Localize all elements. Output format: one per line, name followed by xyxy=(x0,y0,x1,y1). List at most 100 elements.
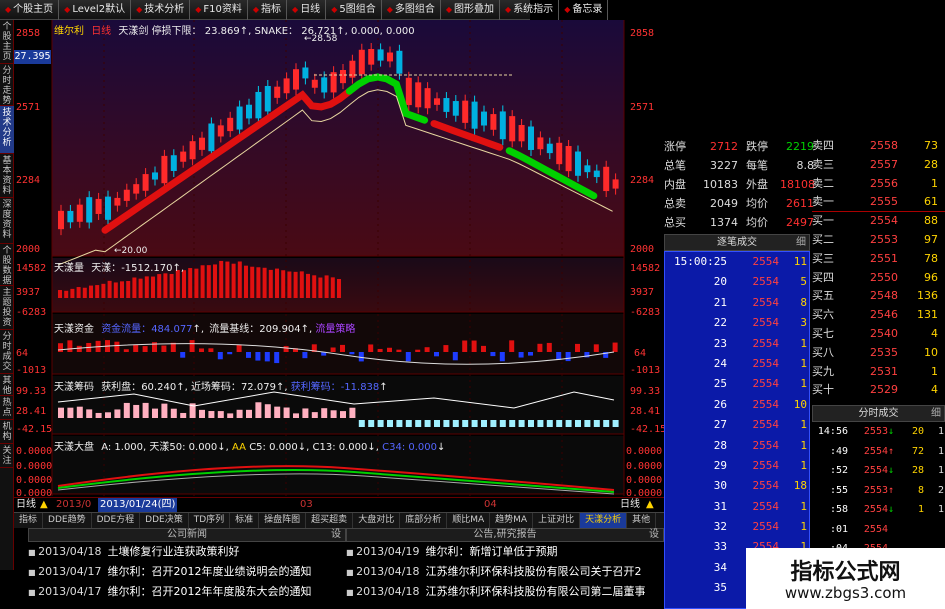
indicator-tab-2[interactable]: DDE方程 xyxy=(92,513,141,528)
toolbar-button-5[interactable]: ◆ 日线 xyxy=(287,0,327,20)
tick-row[interactable]: 24 2554 1 xyxy=(665,354,809,374)
tick-row[interactable]: 28 2554 1 xyxy=(665,436,809,456)
indicator-tab-3[interactable]: DDE决策 xyxy=(140,513,189,528)
y-tick-left-4: 2000 xyxy=(16,244,41,255)
date-axis-right-arrow[interactable]: ▲ xyxy=(646,498,654,512)
tick-row[interactable]: 31 2554 1 xyxy=(665,497,809,517)
minute-row[interactable]: :58 2554 ↓ 1 1 xyxy=(812,500,945,520)
order-book-row[interactable]: 买四 2550 96 xyxy=(812,269,945,288)
tick-row[interactable]: 20 2554 5 xyxy=(665,272,809,292)
minute-detail-button[interactable]: 细 xyxy=(931,406,941,421)
order-book-row[interactable]: 卖二 2556 1 xyxy=(812,175,945,194)
peak-price-label: ←28.58 xyxy=(304,34,338,44)
tick-row[interactable]: 22 2554 3 xyxy=(665,313,809,333)
tick-row[interactable]: 15:00:25 2554 11 xyxy=(665,252,809,272)
left-tab-5[interactable]: 个股数据 xyxy=(0,244,14,286)
order-book-row[interactable]: 卖四 2558 73 xyxy=(812,137,945,156)
news-title[interactable]: 维尔利：召开2012年年度股东大会的通知 xyxy=(108,585,312,598)
tick-detail-button[interactable]: 细 xyxy=(796,235,806,250)
volume-bar xyxy=(299,271,304,298)
tick-row[interactable]: 32 2554 1 xyxy=(665,517,809,537)
tick-row[interactable]: 27 2554 1 xyxy=(665,415,809,435)
left-tab-6[interactable]: 主题投资 xyxy=(0,286,14,330)
order-book-row[interactable]: 买八 2535 10 xyxy=(812,344,945,363)
indicator-tab-11[interactable]: 趋势MA xyxy=(490,513,534,528)
left-tab-7[interactable]: 分时成交 xyxy=(0,330,14,374)
indicator-tab-14[interactable]: 其他 xyxy=(627,513,657,528)
announcements-settings-button[interactable]: 设 xyxy=(649,529,659,541)
toolbar-button-6[interactable]: ◆ 5图组合 xyxy=(326,0,382,20)
left-tab-3[interactable]: 基本资料 xyxy=(0,154,14,198)
news-title[interactable]: 江苏维尔利环保科技股份有限公司关于召开2 xyxy=(426,565,642,578)
indicator-tab-1[interactable]: DDE趋势 xyxy=(43,513,92,528)
order-book-row[interactable]: 买七 2540 4 xyxy=(812,325,945,344)
news-title[interactable]: 土壤修复行业连获政策利好 xyxy=(108,545,240,558)
order-book-row[interactable]: 买一 2554 88 xyxy=(812,212,945,231)
toolbar-button-3[interactable]: ◆ F10资料 xyxy=(190,0,248,20)
tick-row[interactable]: 30 2554 18 xyxy=(665,476,809,496)
minute-row[interactable]: :52 2554 ↓ 28 1 xyxy=(812,461,945,481)
left-tab-1[interactable]: 分时走势 xyxy=(0,64,14,106)
chip-bar-negative xyxy=(452,420,459,427)
fund-bar-in xyxy=(330,347,336,352)
indicator-tab-9[interactable]: 底部分析 xyxy=(400,513,448,528)
toolbar-button-4[interactable]: ◆ 指标 xyxy=(248,0,288,20)
indicator-tab-0[interactable]: 指标 xyxy=(14,513,44,528)
order-book-row[interactable]: 卖三 2557 28 xyxy=(812,156,945,175)
toolbar-button-8[interactable]: ◆ 图形叠加 xyxy=(441,0,501,20)
minute-row[interactable]: :55 2553 ↑ 8 2 xyxy=(812,481,945,501)
toolbar-button-9[interactable]: ◆ 系统指示 xyxy=(500,0,560,20)
indicator-tab-12[interactable]: 上证对比 xyxy=(533,513,581,528)
market-c13: C13: 0.000 xyxy=(312,442,368,453)
left-tab-4[interactable]: 深度资料 xyxy=(0,198,14,244)
news-item[interactable]: ■ 2013/04/19 维尔利：新增订单低于预期 xyxy=(346,542,664,562)
market-title: 天漾大盘 xyxy=(54,442,94,453)
order-book-row[interactable]: 买三 2551 78 xyxy=(812,250,945,269)
indicator-tab-13[interactable]: 天漾分析 xyxy=(580,513,628,528)
toolbar-button-0[interactable]: ◆ 个股主页 xyxy=(0,0,60,20)
news-item[interactable]: ■ 2013/04/18 江苏维尔利环保科技股份有限公司第二届董事 xyxy=(346,582,664,602)
company-news-settings-button[interactable]: 设 xyxy=(331,529,341,541)
indicator-tab-4[interactable]: TD序列 xyxy=(189,513,231,528)
toolbar-button-2[interactable]: ◆ 技术分析 xyxy=(131,0,191,20)
news-title[interactable]: 维尔利：召开2012年度业绩说明会的通知 xyxy=(108,565,312,578)
order-book-row[interactable]: 卖一 2555 61 xyxy=(812,193,945,213)
left-tab-8[interactable]: 其他 xyxy=(0,374,14,396)
chart-area[interactable]: 维尔利 日线 天漾剑 停损下限： 23.869↑, SNAKE： 26.721↑… xyxy=(14,20,666,512)
date-axis-left-arrow[interactable]: ▲ xyxy=(40,498,48,512)
tick-row[interactable]: 21 2554 8 xyxy=(665,293,809,313)
tick-row[interactable]: 29 2554 1 xyxy=(665,456,809,476)
left-tab-9[interactable]: 热点 xyxy=(0,396,14,420)
period-label[interactable]: 日线 xyxy=(91,26,111,37)
left-tab-0[interactable]: 个股主页 xyxy=(0,20,14,64)
order-book-row[interactable]: 买五 2548 136 xyxy=(812,287,945,306)
order-book-row[interactable]: 买二 2553 97 xyxy=(812,231,945,250)
left-tab-2[interactable]: 技术分析 xyxy=(0,106,14,154)
indicator-tab-7[interactable]: 超买超卖 xyxy=(306,513,354,528)
indicator-tab-10[interactable]: 顺比MA xyxy=(447,513,491,528)
order-book-row[interactable]: 买六 2546 131 xyxy=(812,306,945,325)
tick-row[interactable]: 26 2554 10 xyxy=(665,395,809,415)
toolbar-button-10[interactable]: ◆ 备忘录 xyxy=(559,0,609,20)
news-title[interactable]: 江苏维尔利环保科技股份有限公司第二届董事 xyxy=(426,585,646,598)
tick-row[interactable]: 25 2554 1 xyxy=(665,374,809,394)
news-title[interactable]: 维尔利：新增订单低于预期 xyxy=(426,545,558,558)
minute-row[interactable]: :01 2554 xyxy=(812,520,945,540)
candle-up xyxy=(424,88,431,109)
toolbar-button-7[interactable]: ◆ 多图组合 xyxy=(382,0,441,20)
indicator-tab-6[interactable]: 操盘阵图 xyxy=(259,513,307,528)
news-item[interactable]: ■ 2013/04/17 维尔利：召开2012年年度股东大会的通知 xyxy=(28,582,346,602)
left-tab-11[interactable]: 关注 xyxy=(0,444,14,468)
news-item[interactable]: ■ 2013/04/18 江苏维尔利环保科技股份有限公司关于召开2 xyxy=(346,562,664,582)
indicator-tab-5[interactable]: 标准 xyxy=(230,513,260,528)
tick-row[interactable]: 23 2554 1 xyxy=(665,334,809,354)
order-book-row[interactable]: 买九 2531 1 xyxy=(812,363,945,382)
indicator-tab-8[interactable]: 大盘对比 xyxy=(353,513,401,528)
minute-row[interactable]: :49 2554 ↑ 72 1 xyxy=(812,442,945,462)
news-item[interactable]: ■ 2013/04/18 土壤修复行业连获政策利好 xyxy=(28,542,346,562)
order-book-row[interactable]: 买十 2529 4 xyxy=(812,381,945,400)
toolbar-button-1[interactable]: ◆ Level2默认 xyxy=(59,0,132,20)
minute-row[interactable]: 14:56 2553 ↓ 20 1 xyxy=(812,422,945,442)
news-item[interactable]: ■ 2013/04/17 维尔利：召开2012年度业绩说明会的通知 xyxy=(28,562,346,582)
left-tab-10[interactable]: 机构 xyxy=(0,420,14,444)
